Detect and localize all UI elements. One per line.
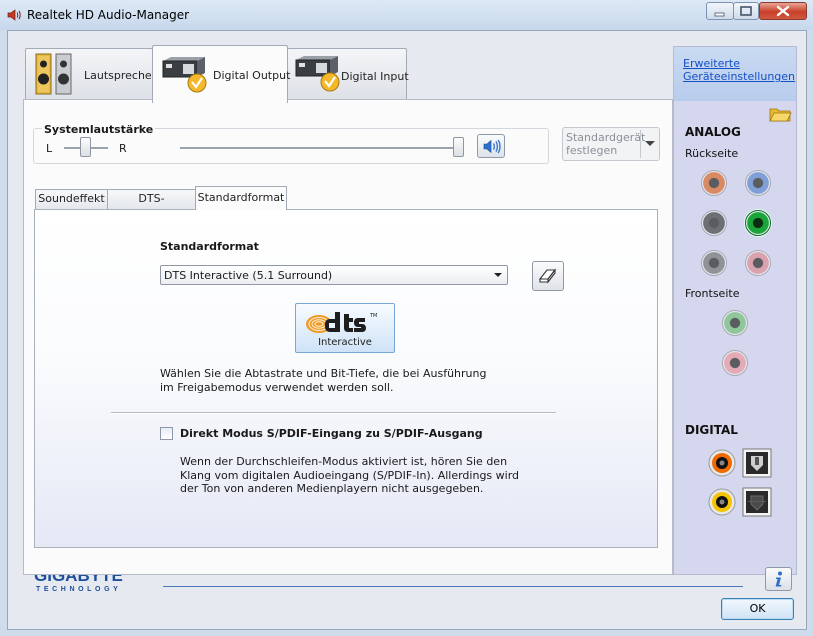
speakers-icon [35, 53, 72, 95]
balance-right-label: R [119, 142, 127, 155]
close-button[interactable] [759, 2, 807, 20]
tab-digital-input[interactable]: Digital Input [287, 48, 409, 100]
chevron-down-icon [645, 141, 655, 146]
tab-standardformat[interactable]: Standardformat [195, 186, 287, 210]
front-jack-green[interactable] [722, 310, 748, 336]
rear-jack-green[interactable] [745, 210, 771, 236]
format-dropdown-value: DTS Interactive (5.1 Surround) [164, 269, 333, 282]
digital-output-panel: Systemlautstärke L R Standardgerät festl… [23, 99, 673, 575]
title-bar: Realtek HD Audio-Manager [0, 0, 813, 30]
info-button[interactable] [765, 567, 792, 591]
rear-jack-grey[interactable] [701, 250, 727, 276]
rear-jack-black[interactable] [701, 210, 727, 236]
dts-logo-subtitle: Interactive [318, 337, 372, 348]
standardformat-panel: Standardformat DTS Interactive (5.1 Surr… [34, 209, 658, 548]
volume-slider-thumb[interactable] [453, 137, 464, 157]
brand-subtitle: TECHNOLOGY [36, 586, 121, 593]
ok-button[interactable]: OK [721, 598, 794, 620]
set-default-device-button[interactable]: Standardgerät festlegen [562, 127, 660, 161]
window-title: Realtek HD Audio-Manager [27, 8, 190, 22]
tab-lautsprecher[interactable]: Lautsprecher [25, 48, 157, 100]
direct-mode-checkbox[interactable] [160, 427, 173, 440]
tab-label: Digital Input [341, 70, 409, 83]
rear-jack-orange[interactable] [701, 170, 727, 196]
connector-panel: Erweiterte Geräteeinstellungen ANALOG Rü… [673, 46, 797, 575]
minimize-icon [714, 12, 725, 17]
tab-soundeffekt[interactable]: Soundeffekt [35, 189, 108, 209]
chevron-down-icon [494, 273, 502, 277]
tab-dts-verbindung[interactable]: DTS-Verbindung [107, 189, 196, 223]
front-jack-pink[interactable] [722, 350, 748, 376]
tab-label: Digital Output [213, 69, 291, 82]
tab-digital-output[interactable]: Digital Output [152, 45, 291, 103]
dts-logo-icon: TM [306, 312, 377, 333]
advanced-settings-link[interactable]: Erweiterte Geräteeinstellungen [683, 57, 795, 83]
coaxial-input-jack-icon[interactable] [707, 487, 737, 517]
folder-icon[interactable] [768, 103, 792, 123]
digital-input-device-icon [295, 56, 340, 92]
direct-mode-label[interactable]: Direkt Modus S/PDIF-Eingang zu S/PDIF-Au… [180, 427, 483, 440]
coaxial-output-jack-icon[interactable] [707, 448, 737, 478]
speaker-volume-icon [483, 139, 501, 154]
svg-text:TM: TM [369, 313, 377, 319]
dts-interactive-logo: TM Interactive [295, 303, 395, 353]
dropdown-separator [640, 130, 641, 158]
rear-label: Rückseite [685, 147, 739, 160]
info-icon [775, 571, 782, 587]
analog-title: ANALOG [685, 125, 741, 139]
optical-input-jack-icon[interactable] [742, 487, 772, 517]
optical-output-jack-icon[interactable] [742, 448, 772, 478]
front-label: Frontseite [685, 287, 740, 300]
reset-format-button[interactable] [532, 261, 564, 291]
maximize-icon [740, 6, 752, 16]
format-dropdown[interactable]: DTS Interactive (5.1 Surround) [160, 265, 508, 285]
tab-label: Lautsprecher [84, 69, 157, 82]
footer-line [163, 586, 743, 587]
mute-button[interactable] [477, 134, 505, 158]
balance-slider-thumb[interactable] [80, 137, 91, 157]
digital-title: DIGITAL [685, 423, 738, 437]
balance-left-label: L [46, 142, 53, 155]
volume-slider-track[interactable] [180, 147, 460, 150]
passthrough-description: Wenn der Durchschleifen-Modus aktiviert … [180, 455, 520, 495]
minimize-button[interactable] [706, 2, 734, 20]
volume-title: Systemlautstärke [42, 123, 156, 136]
format-description: Wählen Sie die Abtastrate und Bit-Tiefe,… [160, 367, 487, 394]
set-default-device-label: Standardgerät festlegen [566, 131, 646, 157]
maximize-button[interactable] [733, 2, 759, 20]
rear-jack-pink[interactable] [745, 250, 771, 276]
close-icon [776, 5, 790, 17]
section-divider [111, 412, 556, 414]
rear-jack-blue[interactable] [745, 170, 771, 196]
digital-output-device-icon [162, 57, 207, 93]
window-client: Lautsprecher Digital Output Digital Inpu… [7, 30, 807, 630]
eraser-icon [538, 268, 557, 284]
advanced-settings-area: Erweiterte Geräteeinstellungen [674, 47, 796, 101]
speaker-app-icon [7, 9, 21, 21]
standardformat-heading: Standardformat [160, 240, 259, 253]
